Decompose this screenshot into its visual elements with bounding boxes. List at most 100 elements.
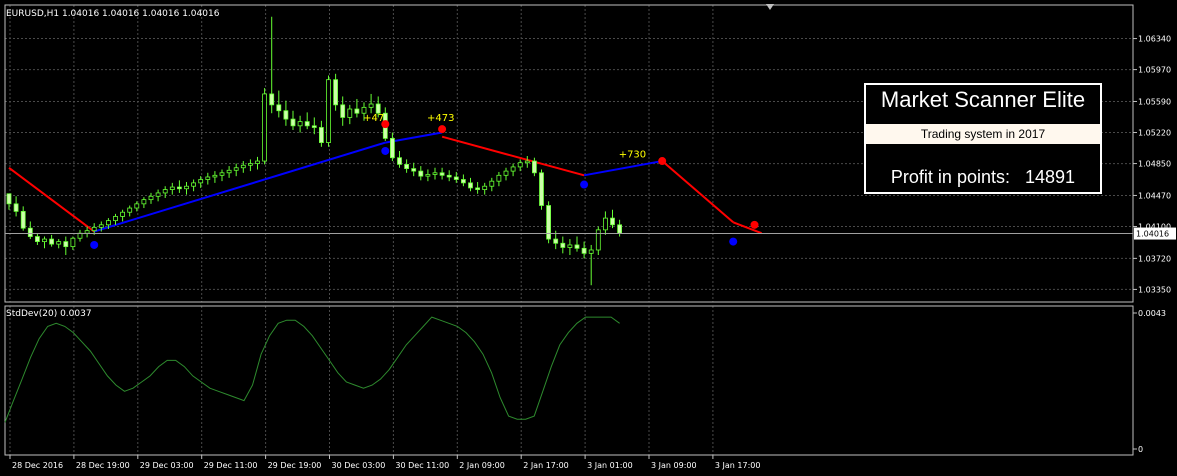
- profit-value: 14891: [1025, 167, 1076, 187]
- stddev-line: [4, 316, 620, 423]
- candle-body-73: [524, 160, 530, 164]
- candle-body-75: [539, 172, 544, 206]
- ind-tick-label-1: 0: [1138, 445, 1143, 454]
- candle-body-63: [453, 176, 459, 180]
- candle-body-51: [368, 103, 374, 108]
- candle-body-20: [148, 195, 154, 201]
- price-tick-label-5: 1.04470: [1138, 191, 1171, 200]
- candle-body-57: [411, 168, 417, 172]
- candle-body-14: [106, 220, 111, 226]
- signal-dot-1: [381, 146, 390, 155]
- candle-body-37: [269, 93, 275, 106]
- candle-body-81: [581, 247, 587, 254]
- signal-dot-4: [580, 180, 589, 189]
- candle-body-48: [347, 108, 353, 118]
- candle-body-9: [70, 237, 76, 248]
- candle-body-33: [240, 164, 246, 169]
- trend-segment-5: [661, 160, 734, 224]
- stddev-series-line: [4, 316, 620, 423]
- time-tick-label-1: 28 Dec 19:00: [76, 461, 130, 470]
- candle-body-30: [219, 172, 225, 176]
- price-tick-label-2: 1.05590: [1138, 97, 1171, 106]
- time-tick-label-2: 29 Dec 03:00: [140, 461, 194, 470]
- profit-label: Profit in points:: [890, 167, 1010, 187]
- candle-body-19: [141, 199, 147, 205]
- candle-body-3: [27, 227, 33, 237]
- candle-body-74: [532, 160, 537, 174]
- candle-body-62: [446, 174, 452, 178]
- scroll-marker-icon[interactable]: [766, 4, 774, 10]
- market-scanner-panel: Market Scanner Elite Trading system in 2…: [864, 83, 1102, 194]
- candle-body-36: [262, 93, 268, 162]
- candle-body-18: [134, 203, 140, 209]
- candle-body-64: [460, 179, 466, 184]
- candle-body-67: [482, 185, 488, 190]
- candle-body-78: [560, 242, 566, 248]
- candle-body-69: [496, 174, 502, 182]
- trade-label-1: +473: [427, 113, 454, 124]
- candle-body-42: [304, 121, 310, 127]
- signal-dot-3: [438, 125, 447, 134]
- time-tick-label-6: 30 Dec 11:00: [395, 461, 449, 470]
- panel-title: Market Scanner Elite: [880, 87, 1086, 112]
- candle-body-26: [191, 182, 197, 187]
- trend-segment-4: [583, 160, 663, 177]
- candle-body-1: [13, 203, 19, 212]
- candle-body-38: [276, 104, 282, 112]
- time-tick-label-10: 3 Jan 09:00: [651, 461, 697, 470]
- price-tick-label-1: 1.05970: [1138, 66, 1171, 75]
- time-tick-label-5: 30 Dec 03:00: [332, 461, 386, 470]
- current-price-marker: 1.04016: [5, 227, 1176, 240]
- candle-body-25: [184, 185, 189, 190]
- candle-body-17: [127, 207, 133, 213]
- candle-body-71: [510, 166, 516, 172]
- panel-profit: Profit in points: 14891: [866, 167, 1100, 188]
- candle-body-15: [113, 216, 118, 222]
- candle-body-61: [439, 172, 445, 176]
- candle-body-77: [553, 238, 559, 244]
- candle-body-28: [205, 176, 211, 180]
- candle-body-79: [567, 244, 573, 248]
- signal-dot-0: [90, 240, 99, 249]
- trade-label-2: +730: [619, 150, 646, 161]
- price-tick-label-8: 1.03350: [1138, 285, 1171, 294]
- candle-body-82: [588, 249, 594, 254]
- time-tick-label-11: 3 Jan 17:00: [715, 461, 761, 470]
- candle-body-46: [333, 79, 339, 106]
- candle-body-66: [475, 187, 481, 190]
- trend-segment-1: [93, 141, 386, 233]
- time-tick-label-9: 3 Jan 01:00: [587, 461, 633, 470]
- price-tick-label-0: 1.06340: [1138, 35, 1171, 44]
- candle-body-59: [425, 174, 431, 177]
- price-tick-label-3: 1.05220: [1138, 129, 1171, 138]
- candle-body-16: [120, 211, 125, 217]
- candle-body-83: [595, 229, 601, 251]
- candle-body-49: [354, 108, 360, 114]
- indicator-axis: 0.0043 0: [1133, 309, 1166, 454]
- candle-body-85: [610, 217, 615, 226]
- signal-dots: [90, 120, 759, 249]
- candle-body-31: [226, 169, 232, 174]
- grid: [5, 5, 1133, 455]
- candle-body-35: [255, 160, 260, 164]
- indicator-frame: [4, 305, 1134, 456]
- candle-body-54: [389, 137, 395, 159]
- time-tick-label-8: 2 Jan 17:00: [523, 461, 569, 470]
- candle-body-4: [35, 236, 40, 242]
- candle-body-12: [91, 226, 97, 232]
- candle-body-86: [617, 224, 622, 234]
- candle-body-68: [489, 180, 495, 187]
- candle-body-24: [176, 186, 182, 190]
- price-axis: 1.06340 1.05970 1.05590 1.05220 1.04850 1.044…: [1133, 35, 1171, 294]
- candle-body-27: [198, 179, 204, 184]
- candle-body-47: [340, 104, 346, 118]
- candle-body-41: [297, 121, 303, 127]
- candle-body-23: [169, 186, 175, 190]
- candle-body-29: [212, 174, 218, 178]
- candle-body-5: [42, 238, 47, 242]
- panel-subtitle: Trading system in 2017: [866, 124, 1100, 144]
- candle-body-56: [404, 164, 410, 170]
- candle-body-58: [418, 170, 424, 177]
- time-axis: 28 Dec 2016 28 Dec 19:00 29 Dec 03:00 29 De…: [9, 455, 761, 470]
- candlesticks: [6, 16, 622, 286]
